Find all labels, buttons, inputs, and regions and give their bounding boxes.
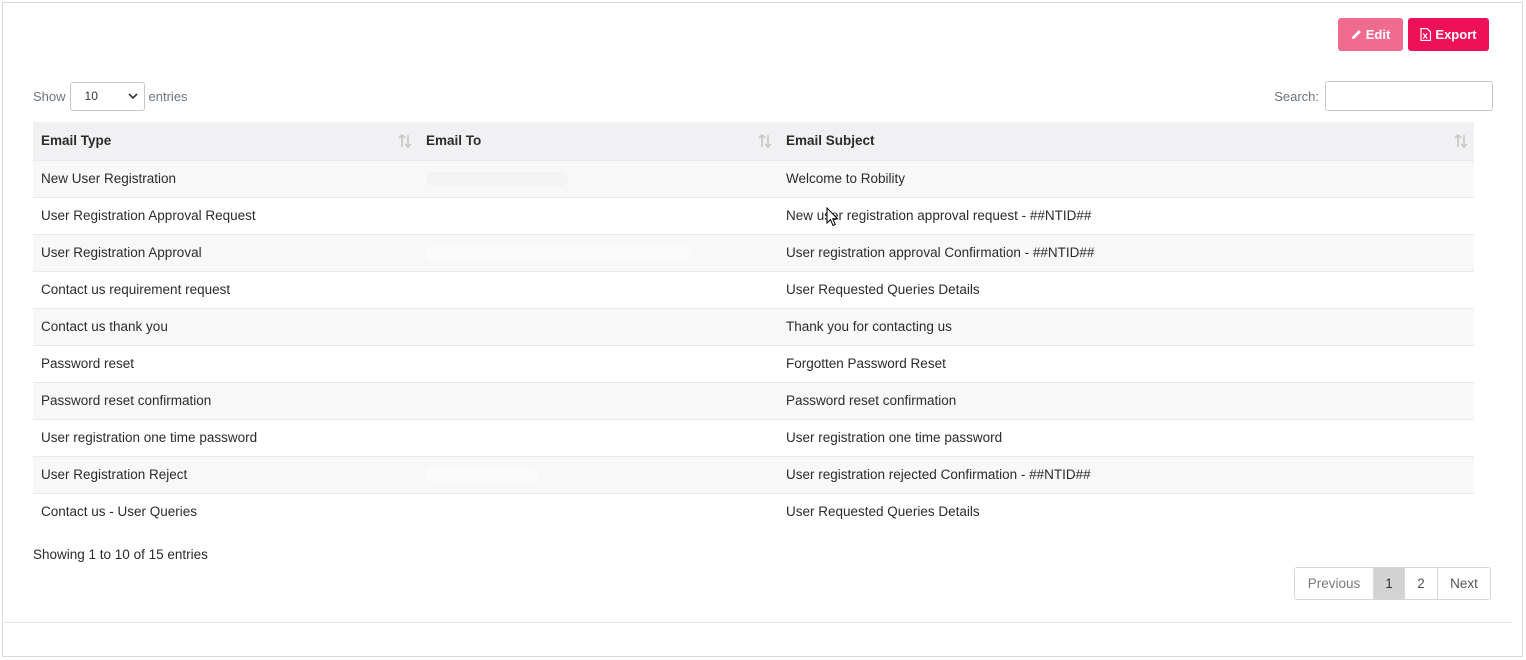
email-subject-cell: User registration one time password: [778, 418, 1474, 456]
email-subject-cell: User Requested Queries Details: [778, 270, 1474, 308]
show-label: Show: [33, 88, 66, 104]
email-type-cell: New User Registration: [33, 159, 418, 197]
email-subject-cell: User registration rejected Confirmation …: [778, 455, 1474, 493]
email-subject-cell: Password reset confirmation: [778, 381, 1474, 419]
export-button[interactable]: Export: [1408, 18, 1489, 51]
email-type-cell: Contact us requirement request: [33, 270, 418, 308]
search-input[interactable]: [1325, 81, 1493, 111]
email-templates-table: Email Type Email To Email Subject New Us…: [33, 122, 1474, 530]
mouse-cursor-icon: [826, 207, 839, 227]
email-subject-cell: Forgotten Password Reset: [778, 344, 1474, 382]
column-header-label: Email Subject: [786, 133, 875, 149]
email-to-cell: [418, 418, 778, 456]
table-row[interactable]: User Registration Approval Request New u…: [33, 196, 1474, 234]
entries-select-value: 10: [84, 89, 98, 103]
column-header-email-subject[interactable]: Email Subject: [778, 122, 1474, 160]
sort-icon: [1454, 134, 1468, 148]
table-row[interactable]: Password reset Forgotten Password Reset: [33, 344, 1474, 382]
edit-button[interactable]: Edit: [1338, 18, 1403, 51]
next-page-button[interactable]: Next: [1437, 568, 1490, 599]
email-type-cell: User Registration Reject: [33, 455, 418, 493]
sort-icon: [758, 134, 772, 148]
search-control: Search:: [1274, 81, 1493, 111]
column-header-label: Email To: [426, 133, 482, 149]
email-type-cell: User Registration Approval Request: [33, 196, 418, 234]
page-2-button[interactable]: 2: [1404, 568, 1437, 599]
pencil-icon: [1351, 30, 1361, 40]
email-type-cell: Password reset confirmation: [33, 381, 418, 419]
email-to-cell: [418, 270, 778, 308]
email-subject-cell: User Requested Queries Details: [778, 492, 1474, 530]
email-subject-cell: New user registration approval request -…: [778, 196, 1474, 234]
email-to-cell: [418, 492, 778, 530]
edit-button-label: Edit: [1365, 27, 1391, 42]
email-to-cell: [418, 196, 778, 234]
column-header-label: Email Type: [41, 133, 112, 149]
email-to-cell: [418, 344, 778, 382]
table-row[interactable]: Contact us thank you Thank you for conta…: [33, 307, 1474, 345]
search-label: Search:: [1274, 88, 1319, 104]
pagination: Previous 1 2 Next: [1294, 567, 1491, 600]
email-to-cell: [418, 381, 778, 419]
email-type-cell: Contact us - User Queries: [33, 492, 418, 530]
email-subject-cell: Thank you for contacting us: [778, 307, 1474, 345]
email-to-cell: [418, 307, 778, 345]
table-row[interactable]: Contact us requirement request User Requ…: [33, 270, 1474, 308]
entries-length-control: Show 10 entries: [33, 81, 188, 111]
table-row[interactable]: User Registration Approval User registra…: [33, 233, 1474, 271]
chevron-down-icon: [127, 93, 138, 99]
table-row[interactable]: New User Registration Welcome to Robilit…: [33, 159, 1474, 197]
table-row[interactable]: Password reset confirmation Password res…: [33, 381, 1474, 419]
email-type-cell: User registration one time password: [33, 418, 418, 456]
column-header-email-to[interactable]: Email To: [418, 122, 778, 160]
redacted-email: [426, 172, 568, 187]
table-header-row: Email Type Email To Email Subject: [33, 122, 1474, 160]
page-1-button[interactable]: 1: [1373, 568, 1404, 599]
excel-file-icon: [1420, 28, 1432, 41]
export-button-label: Export: [1435, 27, 1477, 42]
previous-page-button[interactable]: Previous: [1295, 568, 1373, 599]
table-info: Showing 1 to 10 of 15 entries: [33, 547, 208, 562]
redacted-email: [426, 246, 692, 261]
entries-label: entries: [148, 88, 188, 104]
email-type-cell: Password reset: [33, 344, 418, 382]
email-subject-cell: User registration approval Confirmation …: [778, 233, 1474, 271]
column-header-email-type[interactable]: Email Type: [33, 122, 418, 160]
email-subject-cell: Welcome to Robility: [778, 159, 1474, 197]
entries-select[interactable]: 10: [69, 81, 145, 111]
footer-divider: [4, 622, 1512, 623]
redacted-email: [426, 468, 538, 483]
table-row[interactable]: Contact us - User Queries User Requested…: [33, 492, 1474, 530]
email-to-cell: [418, 233, 778, 271]
table-row[interactable]: User Registration Reject User registrati…: [33, 455, 1474, 493]
email-to-cell: [418, 159, 778, 197]
sort-icon: [398, 134, 412, 148]
email-type-cell: Contact us thank you: [33, 307, 418, 345]
email-type-cell: User Registration Approval: [33, 233, 418, 271]
table-row[interactable]: User registration one time password User…: [33, 418, 1474, 456]
email-to-cell: [418, 455, 778, 493]
